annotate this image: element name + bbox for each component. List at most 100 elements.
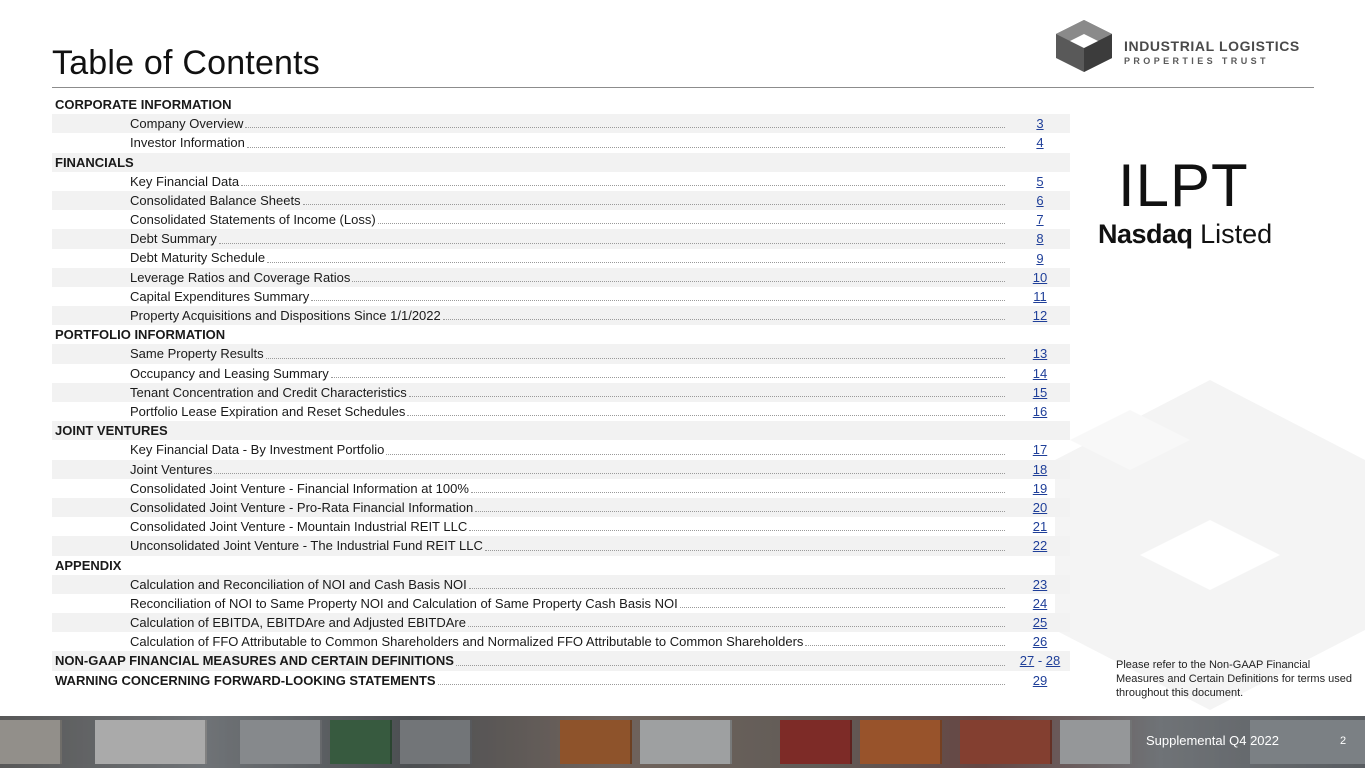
- toc-row: Same Property Results 13: [52, 344, 1070, 364]
- dot-leader: [241, 184, 1005, 186]
- toc-entry-label: Portfolio Lease Expiration and Reset Sch…: [130, 403, 406, 419]
- toc-entry-label: Calculation of EBITDA, EBITDAre and Adju…: [130, 615, 466, 631]
- page-link[interactable]: 12: [1033, 308, 1047, 323]
- toc-entry-label: Investor Information: [130, 135, 245, 151]
- page-link[interactable]: 13: [1033, 346, 1047, 361]
- toc-entry: Consolidated Statements of Income (Loss): [130, 210, 1008, 229]
- toc-section-header: CORPORATE INFORMATION: [52, 95, 1070, 114]
- toc-entry-label: Consolidated Statements of Income (Loss): [130, 212, 376, 228]
- toc-section-header: JOINT VENTURES: [52, 421, 1070, 441]
- toc-page-ref: 21: [1010, 517, 1070, 536]
- toc-page-ref: 15: [1010, 383, 1070, 402]
- toc-entry-label: Tenant Concentration and Credit Characte…: [130, 384, 407, 400]
- toc-row: Calculation of EBITDA, EBITDAre and Adju…: [52, 613, 1070, 633]
- page-link[interactable]: 24: [1033, 596, 1047, 611]
- page-link[interactable]: 7: [1036, 212, 1043, 227]
- toc-row: Consolidated Balance Sheets 6: [52, 190, 1070, 211]
- dot-leader: [245, 126, 1005, 129]
- page-link[interactable]: 26: [1033, 634, 1047, 649]
- dot-leader: [455, 664, 1005, 666]
- page-link[interactable]: 18: [1033, 462, 1047, 477]
- toc-section-header: FINANCIALS: [52, 152, 1070, 172]
- toc-entry: Calculation and Reconciliation of NOI an…: [130, 575, 1008, 594]
- toc-entry: Property Acquisitions and Dispositions S…: [130, 306, 1008, 325]
- page-link[interactable]: 9: [1036, 251, 1043, 266]
- table-of-contents: CORPORATE INFORMATION Company Overview 3 In…: [52, 95, 1070, 690]
- page-link[interactable]: 27: [1020, 653, 1034, 668]
- dot-leader: [805, 644, 1005, 647]
- toc-entry-label: Leverage Ratios and Coverage Ratios: [130, 269, 351, 285]
- toc-section-header: PORTFOLIO INFORMATION: [52, 325, 1070, 344]
- toc-entry: Consolidated Joint Venture - Mountain In…: [130, 517, 1008, 536]
- nasdaq-listed-badge: Nasdaq Listed: [1098, 219, 1272, 250]
- dot-leader: [468, 587, 1005, 589]
- page-link[interactable]: 5: [1036, 174, 1043, 189]
- dot-leader: [407, 414, 1005, 417]
- toc-page-ref: 19: [1010, 479, 1070, 498]
- toc-entry: Key Financial Data: [130, 172, 1008, 191]
- page-link[interactable]: 10: [1033, 270, 1047, 285]
- toc-section-label: JOINT VENTURES: [55, 423, 168, 439]
- page-link[interactable]: 6: [1036, 193, 1043, 208]
- page-link[interactable]: 14: [1033, 366, 1047, 381]
- page-link[interactable]: 20: [1033, 500, 1047, 515]
- toc-entry: Unconsolidated Joint Venture - The Indus…: [130, 536, 1008, 555]
- toc-entry-label: Consolidated Joint Venture - Financial I…: [130, 480, 469, 496]
- toc-entry: Consolidated Joint Venture - Pro-Rata Fi…: [130, 498, 1008, 517]
- page-link[interactable]: 22: [1033, 538, 1047, 553]
- toc-entry: WARNING CONCERNING FORWARD-LOOKING STATE…: [55, 671, 1008, 690]
- toc-entry-label: Key Financial Data - By Investment Portf…: [130, 442, 385, 458]
- toc-entry: Leverage Ratios and Coverage Ratios: [130, 268, 1008, 287]
- page-link[interactable]: 4: [1036, 135, 1043, 150]
- toc-entry: Calculation of FFO Attributable to Commo…: [130, 632, 1008, 651]
- toc-entry: Same Property Results: [130, 344, 1008, 363]
- toc-page-ref: 22: [1010, 536, 1070, 555]
- toc-entry-label: Capital Expenditures Summary: [130, 288, 310, 304]
- page-link[interactable]: 8: [1036, 231, 1043, 246]
- toc-entry: Debt Maturity Schedule: [130, 249, 1008, 268]
- page-link[interactable]: 29: [1033, 673, 1047, 688]
- toc-row: Tenant Concentration and Credit Characte…: [52, 382, 1070, 402]
- page-link[interactable]: 23: [1033, 577, 1047, 592]
- dot-leader: [352, 280, 1005, 282]
- toc-page-ref: 12: [1010, 306, 1070, 325]
- toc-row: Key Financial Data - By Investment Portf…: [52, 440, 1070, 459]
- page-link[interactable]: 3: [1036, 116, 1043, 131]
- toc-page-ref: 6: [1010, 191, 1070, 210]
- toc-entry: Portfolio Lease Expiration and Reset Sch…: [130, 402, 1008, 421]
- toc-page-ref: 27 - 28: [1010, 651, 1070, 670]
- toc-entry-label: Property Acquisitions and Dispositions S…: [130, 308, 441, 324]
- page-link[interactable]: 28: [1046, 653, 1060, 668]
- toc-row: Investor Information 4: [52, 133, 1070, 152]
- logo-text-primary: INDUSTRIAL LOGISTICS: [1124, 38, 1300, 54]
- ticker-symbol: ILPT: [1118, 152, 1249, 219]
- toc-entry: Calculation of EBITDA, EBITDAre and Adju…: [130, 613, 1008, 632]
- toc-page-ref: 3: [1010, 114, 1070, 133]
- toc-page-ref: 5: [1010, 172, 1070, 191]
- page-title: Table of Contents: [52, 44, 321, 82]
- exchange-listed-label: Listed: [1200, 219, 1273, 249]
- page-link[interactable]: 11: [1033, 289, 1047, 304]
- dot-leader: [214, 472, 1005, 474]
- dot-leader: [679, 606, 1005, 609]
- dot-leader: [218, 242, 1005, 244]
- toc-page-ref: 26: [1010, 632, 1070, 651]
- dot-leader: [484, 549, 1005, 551]
- page-link[interactable]: 17: [1033, 442, 1047, 457]
- page-link[interactable]: 15: [1033, 385, 1047, 400]
- dot-leader: [311, 299, 1005, 302]
- toc-entry-label: NON-GAAP FINANCIAL MEASURES AND CERTAIN …: [55, 653, 454, 669]
- toc-row: Property Acquisitions and Dispositions S…: [52, 306, 1070, 326]
- page-link[interactable]: 25: [1033, 615, 1047, 630]
- toc-entry: Occupancy and Leasing Summary: [130, 364, 1008, 383]
- page-link[interactable]: 16: [1033, 404, 1047, 419]
- toc-row: NON-GAAP FINANCIAL MEASURES AND CERTAIN …: [52, 651, 1070, 671]
- page-link[interactable]: 19: [1033, 481, 1047, 496]
- toc-entry: Capital Expenditures Summary: [130, 287, 1008, 306]
- dot-leader: [377, 222, 1005, 225]
- toc-row: Company Overview 3: [52, 114, 1070, 134]
- toc-entry: Key Financial Data - By Investment Portf…: [130, 440, 1008, 459]
- page-link[interactable]: 21: [1033, 519, 1047, 534]
- toc-entry: NON-GAAP FINANCIAL MEASURES AND CERTAIN …: [55, 651, 1008, 670]
- dot-leader: [265, 357, 1005, 359]
